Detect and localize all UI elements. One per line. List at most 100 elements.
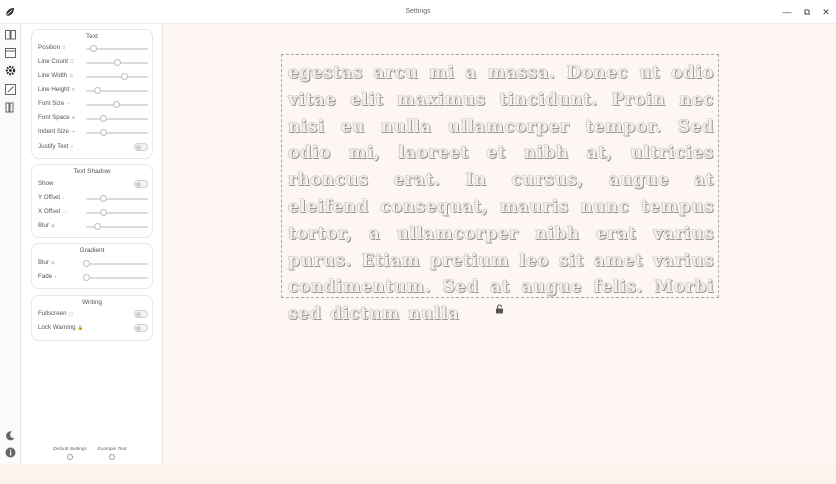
example-text-button[interactable]: Example Text [92,447,132,460]
book-icon[interactable] [4,28,17,41]
shadow-blur-slider[interactable] [86,223,148,230]
shadow-show-label: Show [38,180,54,187]
close-button[interactable]: ✕ [820,6,832,18]
indent-size-hint-icon: ⇥ [70,129,75,134]
slider-thumb[interactable] [94,87,102,94]
font-space-slider[interactable] [86,115,148,122]
justify-text-hint-icon: ≡ [70,144,74,149]
slider-thumb[interactable] [90,45,98,52]
gradient-blur-hint-icon: ◍ [51,260,55,265]
x-offset-hint-icon: ↔ [62,209,67,214]
window-title: Settings [405,8,431,15]
font-size-row: Font Size ↗ [38,99,150,111]
lock-warning-toggle[interactable] [134,324,148,332]
line-count-row: Line Count ☰ [38,57,150,69]
justify-text-label: Justify Text [38,143,69,150]
y-offset-slider[interactable] [86,195,148,202]
line-count-hint-icon: ☰ [69,59,74,64]
line-width-slider[interactable] [86,73,148,80]
shadow-blur-label: Blur [38,222,50,229]
shadow-blur-hint-icon: ◍ [51,223,55,228]
shadow-blur-row: Blur ◍ [38,221,150,233]
info-icon[interactable] [4,446,17,459]
writing-card: Writing Fullscreen ▢ Lock Warning 🔒 [31,295,153,341]
minimize-button[interactable]: — [781,6,793,18]
slider-thumb[interactable] [100,129,108,136]
font-size-hint-icon: ↗ [66,101,70,106]
library-icon[interactable] [4,101,17,114]
default-settings-label: Default Settings [53,447,87,452]
default-settings-button[interactable]: Default Settings [50,447,90,460]
justify-text-toggle[interactable] [134,143,148,151]
slider-thumb[interactable] [100,209,108,216]
x-offset-label: X Offset [38,208,61,215]
font-size-label: Font Size [38,100,65,107]
gradient-fade-row: Fade ◐ [38,272,150,284]
line-count-slider[interactable] [86,59,148,66]
x-offset-row: X Offset ↔ [38,207,150,219]
lock-warning-label: Lock Warning [38,324,76,331]
gradient-fade-label: Fade [38,273,53,280]
slider-thumb[interactable] [83,274,90,281]
gradient-section-title: Gradient [79,247,105,254]
writing-section-title: Writing [81,299,103,306]
example-text-label: Example Text [97,447,127,452]
y-offset-label: Y Offset [38,194,61,201]
fullscreen-toggle[interactable] [134,310,148,318]
line-height-row: Line Height ⇅ [38,85,150,97]
line-width-row: Line Width ⇄ [38,71,150,83]
gradient-fade-hint-icon: ◐ [54,274,57,279]
calendar-icon[interactable] [4,46,17,59]
slider-thumb[interactable] [114,59,121,66]
indent-size-row: Indent Size ⇥ [38,127,150,139]
font-space-hint-icon: ⊕ [71,115,76,120]
slider-thumb[interactable] [100,115,108,122]
position-row: Position ⇕ [38,43,150,55]
gradient-blur-row: Blur ◍ [38,258,150,270]
y-offset-hint-icon: ↕ [62,195,65,200]
gear-icon[interactable] [4,64,17,77]
fullscreen-label: Fullscreen [38,310,67,317]
slider-thumb[interactable] [83,260,90,267]
line-height-slider[interactable] [86,87,148,94]
font-space-label: Font Space [38,114,70,121]
font-size-slider[interactable] [86,101,148,108]
fullscreen-hint-icon: ▢ [68,311,73,316]
text-preview-area[interactable]: egestas arcu mi a massa. Donec ut odio v… [281,54,719,323]
preview-text[interactable]: egestas arcu mi a massa. Donec ut odio v… [288,59,714,327]
settings-panel: Text Position ⇕ Line Count ☰ Line Width ⇄ L… [21,24,163,464]
add-icon [109,454,115,460]
gradient-card: Gradient Blur ◍ Fade ◐ [31,243,153,289]
line-count-label: Line Count [38,58,68,65]
reset-icon [67,454,73,460]
shadow-show-hint-icon: ◌ [55,181,59,186]
restore-button[interactable]: ⧉ [801,6,813,18]
slider-thumb[interactable] [112,101,120,108]
slider-thumb[interactable] [94,223,102,230]
x-offset-slider[interactable] [86,209,148,216]
position-label: Position [38,44,61,51]
font-space-row: Font Space ⊕ [38,113,150,125]
justify-text-row: Justify Text ≡ [38,142,150,154]
indent-size-label: Indent Size [38,128,69,135]
indent-size-slider[interactable] [86,129,148,136]
gradient-blur-label: Blur [38,259,50,266]
slider-thumb[interactable] [100,195,108,202]
gradient-fade-slider[interactable] [83,274,148,281]
text-shadow-card: Text Shadow Show ◌ Y Offset ↕ X Offset ↔ Bl… [31,164,153,238]
text-shadow-section-title: Text Shadow [73,168,111,175]
gradient-blur-slider[interactable] [83,260,148,267]
y-offset-row: Y Offset ↕ [38,193,150,205]
text-settings-card: Text Position ⇕ Line Count ☰ Line Width ⇄ L… [31,29,153,159]
line-width-label: Line Width [38,72,68,79]
position-slider[interactable] [86,45,148,52]
edit-icon[interactable] [4,83,17,96]
lock-warning-hint-icon: 🔒 [77,325,84,330]
unlock-icon[interactable] [495,304,504,314]
shadow-show-toggle[interactable] [134,180,148,188]
slider-thumb[interactable] [121,73,129,80]
title-bar: Settings — ⧉ ✕ [0,0,836,24]
text-section-title: Text [86,33,98,40]
moon-icon[interactable] [4,429,17,442]
lock-warning-row: Lock Warning 🔒 [38,323,150,335]
